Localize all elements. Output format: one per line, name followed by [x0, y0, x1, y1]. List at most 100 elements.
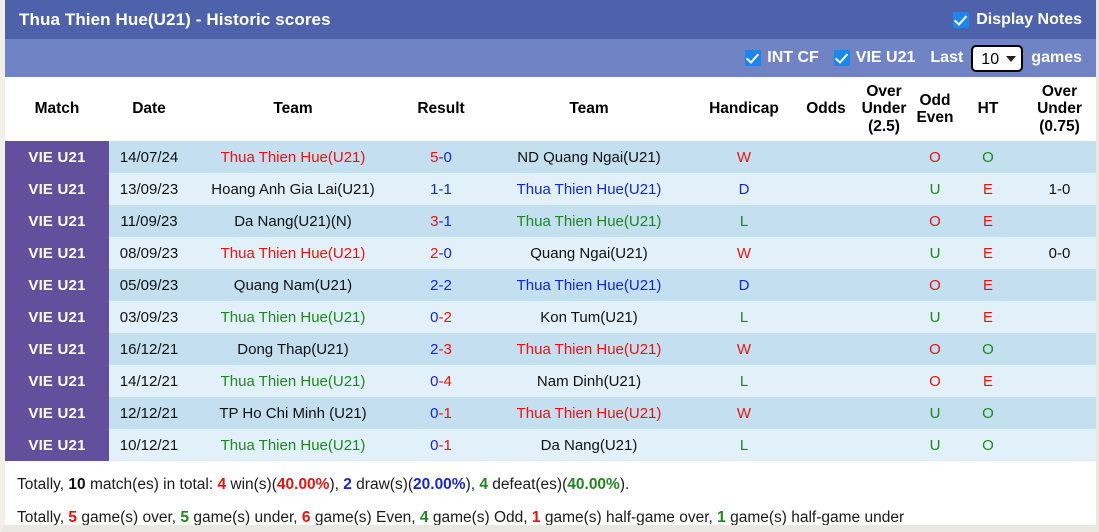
table-row[interactable]: VIE U21 13/09/23 Hoang Anh Gia Lai(U21) 1-1…	[5, 173, 1096, 206]
ou075-line1: Over	[1041, 83, 1078, 100]
cell-over-under-25-text: U	[929, 308, 941, 326]
result-away-goals: -2	[438, 276, 452, 294]
cell-league: VIE U21	[5, 237, 109, 270]
filter-vie-u21[interactable]: VIE U21	[833, 49, 916, 67]
checkbox-checked-icon-display-notes[interactable]	[953, 11, 970, 28]
filter-int-cf[interactable]: INT CF	[745, 49, 819, 67]
col-header-ht[interactable]: HT	[959, 77, 1017, 142]
cell-result: 0-4	[397, 365, 485, 398]
table-row[interactable]: VIE U21 05/09/23 Quang Nam(U21) 2-2 Thua Thi…	[5, 269, 1096, 302]
cell-result: 3-1	[397, 205, 485, 238]
cell-over-under-25: O	[911, 365, 959, 398]
cell-over-under-25: O	[911, 333, 959, 366]
table-row[interactable]: VIE U21 11/09/23 Da Nang(U21)(N) 3-1 Thua Th…	[5, 205, 1096, 238]
cell-away-team-text: Kon Tum(U21)	[540, 308, 638, 326]
cell-ht	[1017, 205, 1096, 238]
cell-date: 12/12/21	[109, 397, 189, 430]
cell-league: VIE U21	[5, 301, 109, 334]
cell-ht	[1017, 397, 1096, 430]
cell-ht	[1017, 141, 1096, 174]
cell-odd-even-text: E	[982, 308, 993, 326]
col-header-result[interactable]: Result	[397, 77, 485, 142]
col-header-home-team[interactable]: Team	[189, 77, 397, 142]
cell-odds	[857, 269, 911, 302]
cell-over-under-25: U	[911, 173, 959, 206]
col-header-over-under-075[interactable]: Over Under (0.75)	[1017, 77, 1096, 142]
cell-over-under-25-text: U	[929, 180, 941, 198]
col-header-over-under-25[interactable]: Over Under (2.5)	[857, 77, 911, 142]
cell-ht: 0-0	[1017, 237, 1096, 270]
historic-scores-table: Match Date Team Result Team Handicap Odd…	[5, 77, 1096, 462]
result-home-goals: 3	[430, 212, 439, 230]
cell-league-text: VIE U21	[28, 340, 86, 358]
table-row[interactable]: VIE U21 10/12/21 Thua Thien Hue(U21) 0-1 Da …	[5, 429, 1096, 462]
cell-odd-even: E	[959, 237, 1017, 270]
table-row[interactable]: VIE U21 14/07/24 Thua Thien Hue(U21) 5-0 ND …	[5, 141, 1096, 174]
cell-date: 14/07/24	[109, 141, 189, 174]
result-away-goals: -3	[438, 340, 452, 358]
cell-over-under-25: U	[911, 429, 959, 462]
cell-wdl-badge: L	[693, 429, 795, 462]
last-count-select[interactable]: 510152030	[971, 44, 1024, 72]
display-notes-label[interactable]: Display Notes	[976, 11, 1082, 29]
goals-under-count: 5	[180, 508, 190, 526]
result-home-goals: 0	[430, 308, 439, 326]
last-count-select-wrap[interactable]: 510152030	[971, 44, 1024, 72]
cell-home-team-text: Thua Thien Hue(U21)	[220, 436, 366, 454]
cell-over-under-25-text: O	[929, 148, 941, 166]
cell-home-team: Dong Thap(U21)	[189, 333, 397, 366]
cell-away-team: Thua Thien Hue(U21)	[485, 333, 693, 366]
goals-half-over-count: 1	[531, 508, 541, 526]
cell-away-team-text: Thua Thien Hue(U21)	[516, 276, 662, 294]
cell-result: 1-1	[397, 173, 485, 206]
table-row[interactable]: VIE U21 12/12/21 TP Ho Chi Minh (U21) 0-1 Th…	[5, 397, 1096, 430]
table-row[interactable]: VIE U21 08/09/23 Thua Thien Hue(U21) 2-0 Qua…	[5, 237, 1096, 270]
col-header-away-team[interactable]: Team	[485, 77, 693, 142]
cell-odd-even: O	[959, 333, 1017, 366]
cell-odd-even-text: E	[982, 180, 993, 198]
vie-u21-label[interactable]: VIE U21	[856, 49, 916, 67]
cell-handicap	[795, 333, 857, 366]
cell-league: VIE U21	[5, 141, 109, 174]
cell-home-team: Thua Thien Hue(U21)	[189, 365, 397, 398]
cell-away-team-text: Thua Thien Hue(U21)	[516, 340, 662, 358]
checkbox-checked-icon-int-cf[interactable]	[745, 50, 762, 66]
cell-league: VIE U21	[5, 365, 109, 398]
cell-league: VIE U21	[5, 205, 109, 238]
cell-odd-even-text: E	[982, 244, 993, 262]
result-away-goals: -1	[438, 404, 452, 422]
cell-home-team-text: Hoang Anh Gia Lai(U21)	[211, 180, 375, 198]
cell-league: VIE U21	[5, 269, 109, 302]
summary-draws-pct: 20.00%	[413, 476, 466, 494]
cell-over-under-25-text: O	[929, 212, 941, 230]
table-row[interactable]: VIE U21 14/12/21 Thua Thien Hue(U21) 0-4 Nam…	[5, 365, 1096, 398]
cell-odd-even: O	[959, 141, 1017, 174]
col-header-match[interactable]: Match	[5, 77, 109, 142]
goals-odd-count: 4	[419, 508, 429, 526]
summary-defeats-text: defeat(es)(	[488, 476, 568, 494]
cell-over-under-25: U	[911, 397, 959, 430]
cell-over-under-25: O	[911, 141, 959, 174]
cell-date: 16/12/21	[109, 333, 189, 366]
cell-wdl-badge-text: W	[736, 244, 752, 262]
cell-handicap	[795, 173, 857, 206]
cell-league-text: VIE U21	[28, 372, 86, 390]
col-header-date[interactable]: Date	[109, 77, 189, 142]
cell-date: 14/12/21	[109, 365, 189, 398]
col-header-odds[interactable]: Odds	[795, 77, 857, 142]
cell-league: VIE U21	[5, 429, 109, 462]
cell-home-team: Thua Thien Hue(U21)	[189, 429, 397, 462]
table-row[interactable]: VIE U21 03/09/23 Thua Thien Hue(U21) 0-2 Kon…	[5, 301, 1096, 334]
historic-scores-panel: Thua Thien Hue(U21) - Historic scores Di…	[0, 0, 1099, 532]
cell-league-text: VIE U21	[28, 276, 86, 294]
int-cf-label[interactable]: INT CF	[767, 49, 819, 67]
ou075-line2: Under	[1037, 100, 1082, 118]
cell-wdl-badge: L	[693, 301, 795, 334]
checkbox-checked-icon-vie-u21[interactable]	[833, 50, 850, 66]
last-games-group: Last 510152030 games	[930, 44, 1082, 72]
table-row[interactable]: VIE U21 16/12/21 Dong Thap(U21) 2-3 Thua Thi…	[5, 333, 1096, 366]
result-home-goals: 5	[430, 148, 439, 166]
col-header-odd-even[interactable]: Odd Even	[911, 77, 959, 142]
col-header-handicap[interactable]: Handicap	[693, 77, 795, 142]
cell-odd-even-text: O	[982, 148, 994, 166]
